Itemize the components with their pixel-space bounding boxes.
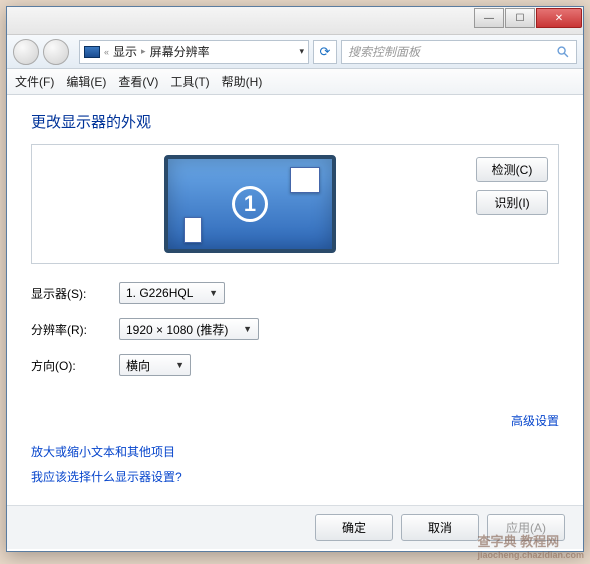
orientation-value: 横向 xyxy=(126,357,150,374)
breadcrumb-root[interactable]: 显示 xyxy=(113,43,137,60)
detect-button[interactable]: 检测(C) xyxy=(476,157,548,182)
resolution-select[interactable]: 1920 × 1080 (推荐) ▼ xyxy=(119,318,259,340)
nav-back-button[interactable] xyxy=(13,39,39,65)
search-placeholder: 搜索控制面板 xyxy=(348,43,420,60)
display-preview[interactable]: 1 xyxy=(42,155,458,253)
monitor-label: 显示器(S): xyxy=(31,285,109,302)
orientation-select[interactable]: 横向 ▼ xyxy=(119,354,191,376)
window: — ☐ ✕ « 显示 ▸ 屏幕分辨率 ▾ ⟳ 搜索控制面板 文件(F) 编辑(E… xyxy=(6,6,584,552)
window-thumb-icon xyxy=(290,167,320,193)
preview-buttons: 检测(C) 识别(I) xyxy=(476,155,548,253)
links-area: 高级设置 放大或缩小文本和其他项目 我应该选择什么显示器设置? xyxy=(31,412,559,493)
page-title: 更改显示器的外观 xyxy=(31,111,559,132)
minimize-button[interactable]: — xyxy=(474,8,504,28)
orientation-label: 方向(O): xyxy=(31,357,109,374)
display-preview-panel: 1 检测(C) 识别(I) xyxy=(31,144,559,264)
monitor-value: 1. G226HQL xyxy=(126,286,193,300)
ok-button[interactable]: 确定 xyxy=(315,514,393,541)
content-area: 更改显示器的外观 1 检测(C) 识别(I) 显示器(S): 1. G226HQ… xyxy=(7,95,583,505)
menubar: 文件(F) 编辑(E) 查看(V) 工具(T) 帮助(H) xyxy=(7,69,583,95)
chevron-right-icon: ▸ xyxy=(141,46,146,57)
close-button[interactable]: ✕ xyxy=(536,8,582,28)
chevron-down-icon: ▼ xyxy=(243,324,252,334)
footer: 确定 取消 应用(A) xyxy=(7,505,583,549)
navbar: « 显示 ▸ 屏幕分辨率 ▾ ⟳ 搜索控制面板 xyxy=(7,35,583,69)
scale-text-link[interactable]: 放大或缩小文本和其他项目 xyxy=(31,443,559,460)
monitor-thumbnail[interactable]: 1 xyxy=(164,155,336,253)
refresh-button[interactable]: ⟳ xyxy=(313,40,337,64)
menu-view[interactable]: 查看(V) xyxy=(118,73,158,90)
chevron-down-icon: ▼ xyxy=(175,360,184,370)
menu-tools[interactable]: 工具(T) xyxy=(170,73,209,90)
refresh-icon: ⟳ xyxy=(320,44,331,60)
titlebar: — ☐ ✕ xyxy=(7,7,583,35)
resolution-value: 1920 × 1080 (推荐) xyxy=(126,321,228,338)
monitor-select[interactable]: 1. G226HQL ▼ xyxy=(119,282,225,304)
breadcrumb-current: 屏幕分辨率 xyxy=(150,43,210,60)
resolution-label: 分辨率(R): xyxy=(31,321,109,338)
menu-edit[interactable]: 编辑(E) xyxy=(66,73,106,90)
apply-button[interactable]: 应用(A) xyxy=(487,514,565,541)
advanced-settings-link[interactable]: 高级设置 xyxy=(31,412,559,429)
monitor-number-badge: 1 xyxy=(232,186,268,222)
search-icon xyxy=(556,45,570,59)
identify-button[interactable]: 识别(I) xyxy=(476,190,548,215)
window-thumb-icon xyxy=(184,217,202,243)
help-link[interactable]: 我应该选择什么显示器设置? xyxy=(31,468,559,485)
menu-file[interactable]: 文件(F) xyxy=(15,73,54,90)
chevron-down-icon: ▼ xyxy=(209,288,218,298)
cancel-button[interactable]: 取消 xyxy=(401,514,479,541)
control-panel-icon xyxy=(84,46,100,58)
breadcrumb-back: « xyxy=(104,47,109,57)
breadcrumb[interactable]: « 显示 ▸ 屏幕分辨率 ▾ xyxy=(79,40,309,64)
chevron-down-icon[interactable]: ▾ xyxy=(299,46,304,57)
nav-forward-button[interactable] xyxy=(43,39,69,65)
menu-help[interactable]: 帮助(H) xyxy=(222,73,263,90)
settings-grid: 显示器(S): 1. G226HQL ▼ 分辨率(R): 1920 × 1080 … xyxy=(31,282,559,376)
search-input[interactable]: 搜索控制面板 xyxy=(341,40,577,64)
maximize-button[interactable]: ☐ xyxy=(505,8,535,28)
